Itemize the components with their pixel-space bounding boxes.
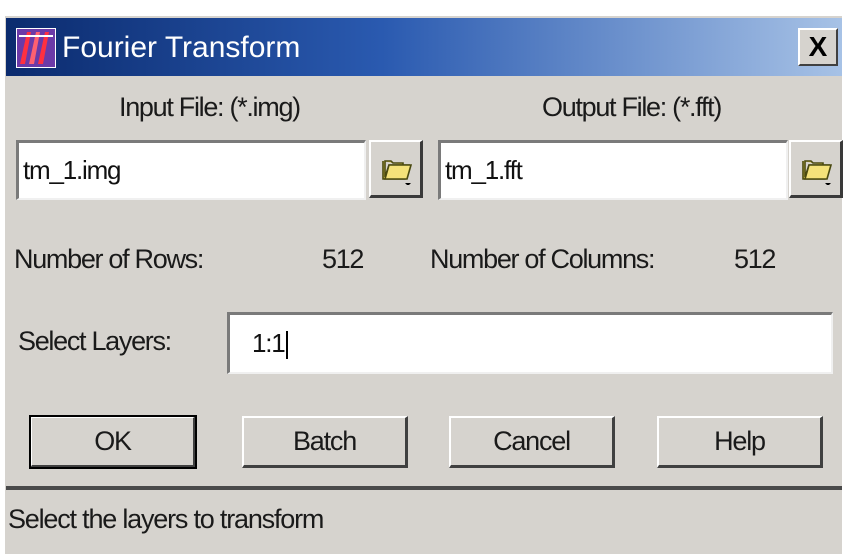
screenshot-border-right bbox=[842, 0, 846, 554]
select-layers-label: Select Layers: bbox=[18, 326, 172, 356]
input-file-label: Input File: (*.img) bbox=[119, 92, 301, 122]
select-layers-value: 1:1 bbox=[252, 328, 286, 358]
output-file-field[interactable]: tm_1.fft bbox=[438, 140, 788, 200]
app-icon bbox=[16, 28, 56, 68]
select-layers-input[interactable]: 1:1 bbox=[227, 312, 833, 374]
output-file-browse-button[interactable] bbox=[789, 140, 843, 198]
close-icon: X bbox=[808, 31, 828, 62]
columns-value: 512 bbox=[734, 244, 776, 274]
ok-button[interactable]: OK bbox=[29, 415, 197, 469]
rows-label: Number of Rows: bbox=[14, 244, 204, 274]
window-title: Fourier Transform bbox=[62, 31, 301, 64]
rows-value: 512 bbox=[322, 244, 364, 274]
output-file-label: Output File: (*.fft) bbox=[542, 92, 722, 122]
screenshot-border-left bbox=[0, 0, 5, 554]
batch-button[interactable]: Batch bbox=[242, 416, 408, 468]
input-file-field[interactable]: tm_1.img bbox=[16, 140, 366, 200]
close-button[interactable]: X bbox=[798, 28, 838, 66]
fourier-transform-dialog: Fourier Transform X Input File: (*.img) … bbox=[0, 0, 846, 554]
open-folder-icon bbox=[802, 160, 833, 185]
columns-label: Number of Columns: bbox=[430, 244, 656, 274]
title-bar[interactable]: Fourier Transform X bbox=[6, 18, 842, 76]
status-text: Select the layers to transform bbox=[8, 504, 324, 534]
screenshot-border-top bbox=[0, 0, 846, 16]
status-bar: Select the layers to transform bbox=[6, 490, 842, 554]
text-cursor bbox=[285, 331, 288, 360]
help-button[interactable]: Help bbox=[657, 416, 823, 468]
open-folder-icon bbox=[382, 160, 413, 185]
cancel-button[interactable]: Cancel bbox=[449, 416, 615, 468]
input-file-browse-button[interactable] bbox=[369, 140, 423, 198]
